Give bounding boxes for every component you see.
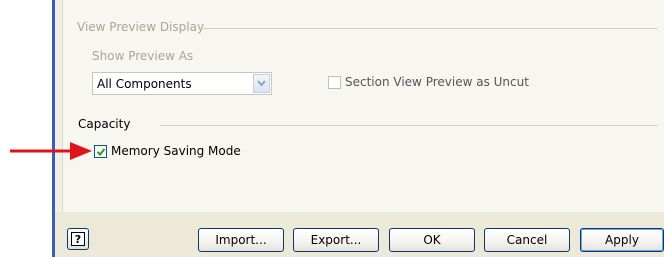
section-view-label: Section View Preview as Uncut xyxy=(345,75,529,89)
dropdown-button[interactable] xyxy=(253,74,270,93)
chevron-down-icon xyxy=(257,80,266,87)
show-preview-dropdown[interactable]: All Components xyxy=(92,72,272,95)
show-preview-label: Show Preview As xyxy=(92,49,194,63)
view-preview-group-title: View Preview Display xyxy=(77,20,205,34)
capacity-group-divider xyxy=(160,125,658,126)
section-view-checkbox[interactable] xyxy=(328,76,341,89)
apply-button[interactable]: Apply xyxy=(580,228,664,252)
svg-text:?: ? xyxy=(75,233,81,246)
view-preview-group-divider xyxy=(200,28,658,29)
red-pointer-arrow-icon xyxy=(10,142,92,160)
question-mark-icon: ? xyxy=(71,232,85,246)
ok-button[interactable]: OK xyxy=(389,228,475,252)
checkmark-icon xyxy=(96,148,106,156)
help-button[interactable]: ? xyxy=(67,228,89,250)
export-button[interactable]: Export... xyxy=(293,228,379,252)
import-button[interactable]: Import... xyxy=(198,228,284,252)
show-preview-value: All Components xyxy=(97,77,192,91)
capacity-group-title: Capacity xyxy=(78,117,131,131)
memory-saving-checkbox[interactable] xyxy=(94,145,107,158)
cancel-button[interactable]: Cancel xyxy=(484,228,570,252)
memory-saving-label: Memory Saving Mode xyxy=(111,144,241,158)
